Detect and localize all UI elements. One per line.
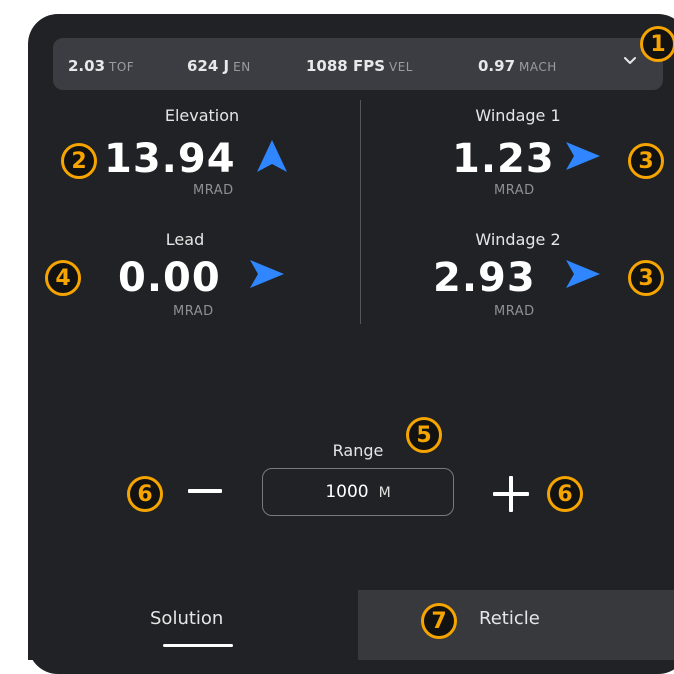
mach-value: 0.97 bbox=[478, 57, 516, 75]
tab-solution-label: Solution bbox=[150, 608, 224, 629]
energy-readout: 624 J EN bbox=[187, 56, 251, 75]
callout-badge: 3 bbox=[628, 143, 664, 179]
callout-badge: 5 bbox=[406, 417, 442, 453]
callout-badge: 7 bbox=[421, 603, 457, 639]
callout-badge: 1 bbox=[640, 26, 674, 62]
callout-badge: 4 bbox=[45, 260, 81, 296]
windage1-value: 1.23 bbox=[452, 136, 555, 182]
active-tab-indicator bbox=[163, 644, 233, 647]
elevation-unit: MRAD bbox=[193, 183, 234, 198]
plus-icon[interactable] bbox=[493, 476, 529, 512]
callout-badge: 6 bbox=[547, 476, 583, 512]
windage2-value: 2.93 bbox=[433, 255, 536, 301]
arrow-right-icon bbox=[566, 142, 600, 170]
lead-label: Lead bbox=[165, 230, 205, 249]
range-value: 1000 bbox=[325, 482, 369, 502]
lead-value: 0.00 bbox=[118, 255, 221, 301]
chevron-down-icon[interactable] bbox=[622, 53, 638, 69]
arrow-up-icon bbox=[257, 140, 287, 172]
callout-badge: 3 bbox=[628, 260, 664, 296]
range-label: Range bbox=[332, 441, 384, 460]
arrow-right-icon bbox=[566, 260, 600, 288]
range-input[interactable]: 1000 M bbox=[262, 468, 454, 516]
mach-unit: MACH bbox=[519, 60, 557, 74]
minus-icon[interactable] bbox=[188, 489, 222, 495]
mach-readout: 0.97 MACH bbox=[478, 56, 557, 75]
tof-unit: TOF bbox=[109, 60, 135, 74]
tab-reticle-label: Reticle bbox=[479, 608, 540, 629]
elevation-value: 13.94 bbox=[104, 136, 236, 182]
velocity-readout: 1088 FPS VEL bbox=[306, 56, 413, 75]
callout-badge: 2 bbox=[61, 143, 97, 179]
tof-value: 2.03 bbox=[68, 57, 106, 75]
range-unit: M bbox=[378, 485, 391, 501]
energy-value: 624 J bbox=[187, 57, 230, 75]
energy-unit: EN bbox=[233, 60, 251, 74]
callout-badge: 6 bbox=[127, 476, 163, 512]
windage2-label: Windage 2 bbox=[475, 230, 561, 249]
windage1-label: Windage 1 bbox=[475, 106, 561, 125]
elevation-label: Elevation bbox=[164, 106, 240, 125]
windage2-unit: MRAD bbox=[494, 304, 535, 319]
tof-readout: 2.03 TOF bbox=[68, 56, 134, 75]
velocity-value: 1088 FPS bbox=[306, 57, 386, 75]
lead-unit: MRAD bbox=[173, 304, 214, 319]
arrow-right-icon bbox=[250, 260, 284, 288]
velocity-unit: VEL bbox=[389, 60, 413, 74]
windage1-unit: MRAD bbox=[494, 183, 535, 198]
column-divider bbox=[360, 100, 361, 324]
